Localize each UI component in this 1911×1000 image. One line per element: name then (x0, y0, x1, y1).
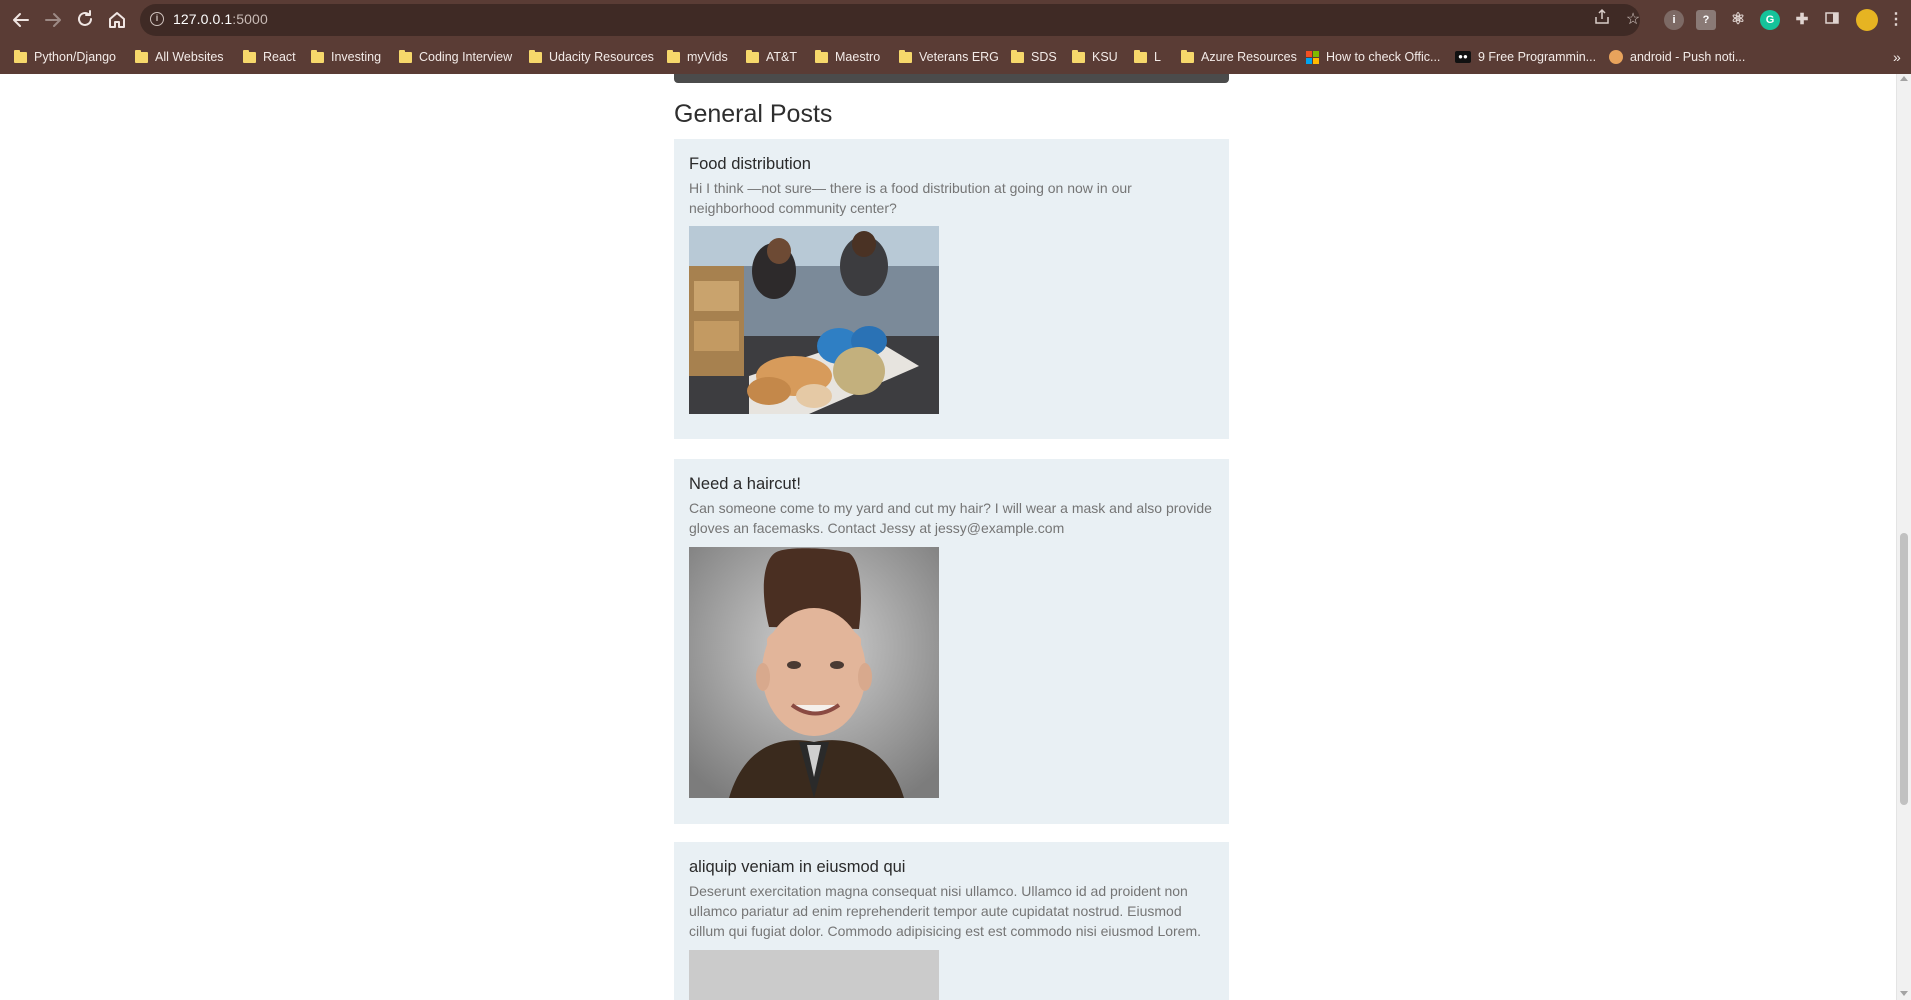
bookmarks-bar: Python/Django All Websites React Investi… (0, 40, 1911, 74)
food-distribution-photo (689, 226, 939, 414)
folder-icon (529, 49, 542, 63)
url-host: 127.0.0.1 (173, 11, 233, 27)
url-text[interactable]: 127.0.0.1:5000 (173, 11, 268, 27)
folder-icon (311, 49, 324, 63)
bookmark-python-django[interactable]: Python/Django (14, 48, 116, 66)
forward-arrow-icon[interactable] (40, 7, 66, 33)
bookmark-label: L (1154, 50, 1161, 64)
bookmark-free-programming[interactable]: ●● 9 Free Programmin... (1455, 48, 1596, 66)
reload-icon[interactable] (72, 7, 98, 33)
post-title: aliquip veniam in eiusmod qui (689, 858, 906, 876)
bookmark-l[interactable]: L (1134, 48, 1161, 66)
bookmark-label: Udacity Resources (549, 50, 654, 64)
bookmark-maestro[interactable]: Maestro (815, 48, 880, 66)
section-title: General Posts (674, 100, 833, 128)
bookmark-label: All Websites (155, 50, 224, 64)
bookmark-label: Maestro (835, 50, 881, 64)
haircut-portrait-photo (689, 547, 939, 798)
post-title: Food distribution (689, 155, 811, 173)
bookmark-label: AT&T (766, 50, 798, 64)
folder-icon (667, 49, 680, 63)
post-body: Can someone come to my yard and cut my h… (689, 500, 1212, 536)
post-card: aliquip veniam in eiusmod qui Deserunt e… (674, 842, 1229, 1000)
extensions-puzzle-icon[interactable]: ✚ (1792, 10, 1812, 30)
folder-icon (815, 49, 828, 63)
bookmark-label: Veterans ERG (919, 50, 999, 64)
scroll-down-arrow-icon[interactable] (1900, 991, 1908, 996)
bookmark-myvids[interactable]: myVids (667, 48, 728, 66)
folder-icon (135, 49, 148, 63)
site-info-icon[interactable]: i (150, 12, 164, 26)
bookmark-att[interactable]: AT&T (746, 48, 797, 66)
bookmark-label: SDS (1031, 50, 1057, 64)
url-port: :5000 (232, 11, 268, 27)
extension-info-icon[interactable]: i (1664, 10, 1684, 30)
bookmark-label: React (263, 50, 296, 64)
post-card: Food distribution Hi I think —not sure— … (674, 139, 1229, 439)
folder-icon (1181, 49, 1194, 63)
folder-icon (1011, 49, 1024, 63)
profile-avatar-icon[interactable] (1856, 9, 1878, 31)
overflow-label: » (1893, 49, 1901, 65)
post-card: Need a haircut! Can someone come to my y… (674, 459, 1229, 824)
grammarly-icon[interactable]: G (1760, 10, 1780, 30)
share-icon[interactable] (1590, 8, 1614, 32)
folder-icon (1134, 49, 1147, 63)
scroll-up-arrow-icon[interactable] (1900, 76, 1908, 81)
browser-chrome: i 127.0.0.1:5000 ☆ i ? ⚛ G ✚ ⋮ Python/Dj… (0, 0, 1911, 74)
bookmark-label: KSU (1092, 50, 1118, 64)
post-body: Hi I think —not sure— there is a food di… (689, 180, 1132, 216)
bookmark-react[interactable]: React (243, 48, 296, 66)
post-body: Deserunt exercitation magna consequat ni… (689, 883, 1202, 939)
bookmark-veterans-erg[interactable]: Veterans ERG (899, 48, 999, 66)
bookmark-android-push[interactable]: android - Push noti... (1609, 48, 1745, 66)
post-title: Need a haircut! (689, 475, 801, 493)
bookmark-label: Python/Django (34, 50, 117, 64)
bookmark-label: Investing (331, 50, 382, 64)
folder-icon (899, 49, 912, 63)
bookmark-label: android - Push noti... (1630, 50, 1746, 64)
page-scrollbar[interactable] (1896, 74, 1911, 1000)
bookmark-sds[interactable]: SDS (1011, 48, 1057, 66)
browser-toolbar: i 127.0.0.1:5000 ☆ i ? ⚛ G ✚ ⋮ (0, 0, 1911, 40)
bookmark-label: How to check Offic... (1326, 50, 1441, 64)
android-icon (1609, 50, 1623, 64)
back-arrow-icon[interactable] (8, 7, 34, 33)
bookmark-ksu[interactable]: KSU (1072, 48, 1118, 66)
extension-help-icon[interactable]: ? (1696, 10, 1716, 30)
react-devtools-icon[interactable]: ⚛ (1728, 10, 1748, 30)
bookmark-coding-interview[interactable]: Coding Interview (399, 48, 512, 66)
home-icon[interactable] (104, 7, 130, 33)
bookmark-all-websites[interactable]: All Websites (135, 48, 224, 66)
browser-menu-icon[interactable]: ⋮ (1886, 10, 1906, 30)
microsoft-logo-icon (1306, 50, 1319, 64)
placeholder-image (689, 950, 939, 1000)
bookmark-azure-resources[interactable]: Azure Resources (1181, 48, 1297, 66)
folder-icon (243, 49, 256, 63)
bookmark-how-to-check-office[interactable]: How to check Offic... (1306, 48, 1440, 66)
bookmarks-overflow-chevron-icon[interactable]: » (1893, 48, 1901, 66)
folder-icon (399, 49, 412, 63)
side-panel-icon[interactable] (1822, 10, 1842, 30)
bookmark-label: 9 Free Programmin... (1478, 50, 1597, 64)
bookmark-udacity-resources[interactable]: Udacity Resources (529, 48, 654, 66)
folder-icon (1072, 49, 1085, 63)
bookmark-label: myVids (687, 50, 728, 64)
bookmark-label: Coding Interview (419, 50, 513, 64)
scroll-thumb[interactable] (1900, 533, 1908, 805)
folder-icon (14, 49, 27, 63)
bookmark-investing[interactable]: Investing (311, 48, 381, 66)
page-content: General Posts Food distribution Hi I thi… (0, 74, 1911, 1000)
medium-logo-icon: ●● (1455, 51, 1471, 63)
bookmark-star-icon[interactable]: ☆ (1621, 8, 1645, 32)
address-bar[interactable] (140, 4, 1640, 36)
bookmark-label: Azure Resources (1201, 50, 1297, 64)
folder-icon (746, 49, 759, 63)
form-bottom-edge (674, 74, 1229, 83)
